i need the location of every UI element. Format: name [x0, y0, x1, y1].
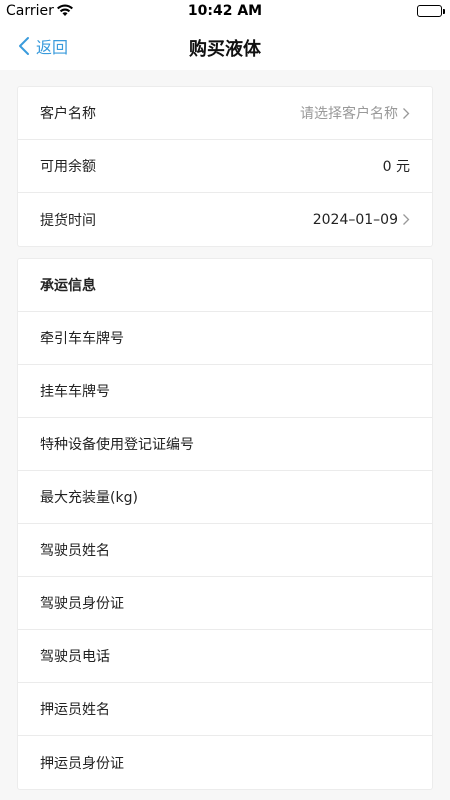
driver-id-label: 驾驶员身份证 — [40, 596, 124, 612]
order-info-card: 客户名称 请选择客户名称 可用余额 0 元 提货时间 2024–01–09 — [17, 86, 433, 247]
equipment-cert-label: 特种设备使用登记证编号 — [40, 437, 194, 453]
carrier-info-header: 承运信息 — [18, 259, 432, 312]
battery-icon — [417, 5, 445, 17]
chevron-right-icon — [403, 214, 410, 225]
section-title: 承运信息 — [40, 278, 96, 294]
escort-name-row[interactable]: 押运员姓名 — [18, 683, 432, 736]
pickup-time-row[interactable]: 提货时间 2024–01–09 — [18, 193, 432, 246]
driver-id-row[interactable]: 驾驶员身份证 — [18, 577, 432, 630]
customer-label: 客户名称 — [40, 106, 96, 122]
driver-phone-row[interactable]: 驾驶员电话 — [18, 630, 432, 683]
max-capacity-row[interactable]: 最大充装量(kg) — [18, 471, 432, 524]
driver-name-row[interactable]: 驾驶员姓名 — [18, 524, 432, 577]
balance-label: 可用余额 — [40, 159, 96, 175]
carrier-info-card: 承运信息 牵引车车牌号 挂车车牌号 特种设备使用登记证编号 最大充装量(kg) … — [17, 258, 433, 790]
customer-select[interactable]: 请选择客户名称 — [300, 103, 410, 123]
status-bar: Carrier 10:42 AM — [0, 0, 450, 22]
customer-placeholder: 请选择客户名称 — [300, 106, 398, 122]
escort-id-row[interactable]: 押运员身份证 — [18, 736, 432, 789]
driver-name-label: 驾驶员姓名 — [40, 543, 110, 559]
equipment-cert-row[interactable]: 特种设备使用登记证编号 — [18, 418, 432, 471]
escort-name-label: 押运员姓名 — [40, 702, 110, 718]
customer-row[interactable]: 客户名称 请选择客户名称 — [18, 87, 432, 140]
nav-bar: 返回 购买液体 — [0, 22, 450, 70]
driver-phone-label: 驾驶员电话 — [40, 649, 110, 665]
pickup-time-label: 提货时间 — [40, 212, 96, 229]
chevron-right-icon — [403, 107, 410, 119]
balance-row: 可用余额 0 元 — [18, 140, 432, 193]
trailer-plate-row[interactable]: 挂车车牌号 — [18, 365, 432, 418]
trailer-plate-label: 挂车车牌号 — [40, 384, 110, 400]
pickup-time-value: 2024–01–09 — [312, 211, 398, 228]
max-capacity-label: 最大充装量(kg) — [40, 490, 138, 506]
escort-id-label: 押运员身份证 — [40, 755, 124, 772]
balance-value: 0 元 — [382, 159, 410, 175]
tractor-plate-label: 牵引车车牌号 — [40, 331, 124, 347]
pickup-time-select[interactable]: 2024–01–09 — [313, 212, 410, 228]
page-title: 购买液体 — [189, 39, 261, 60]
tractor-plate-row[interactable]: 牵引车车牌号 — [18, 312, 432, 365]
clock: 10:42 AM — [187, 3, 263, 19]
